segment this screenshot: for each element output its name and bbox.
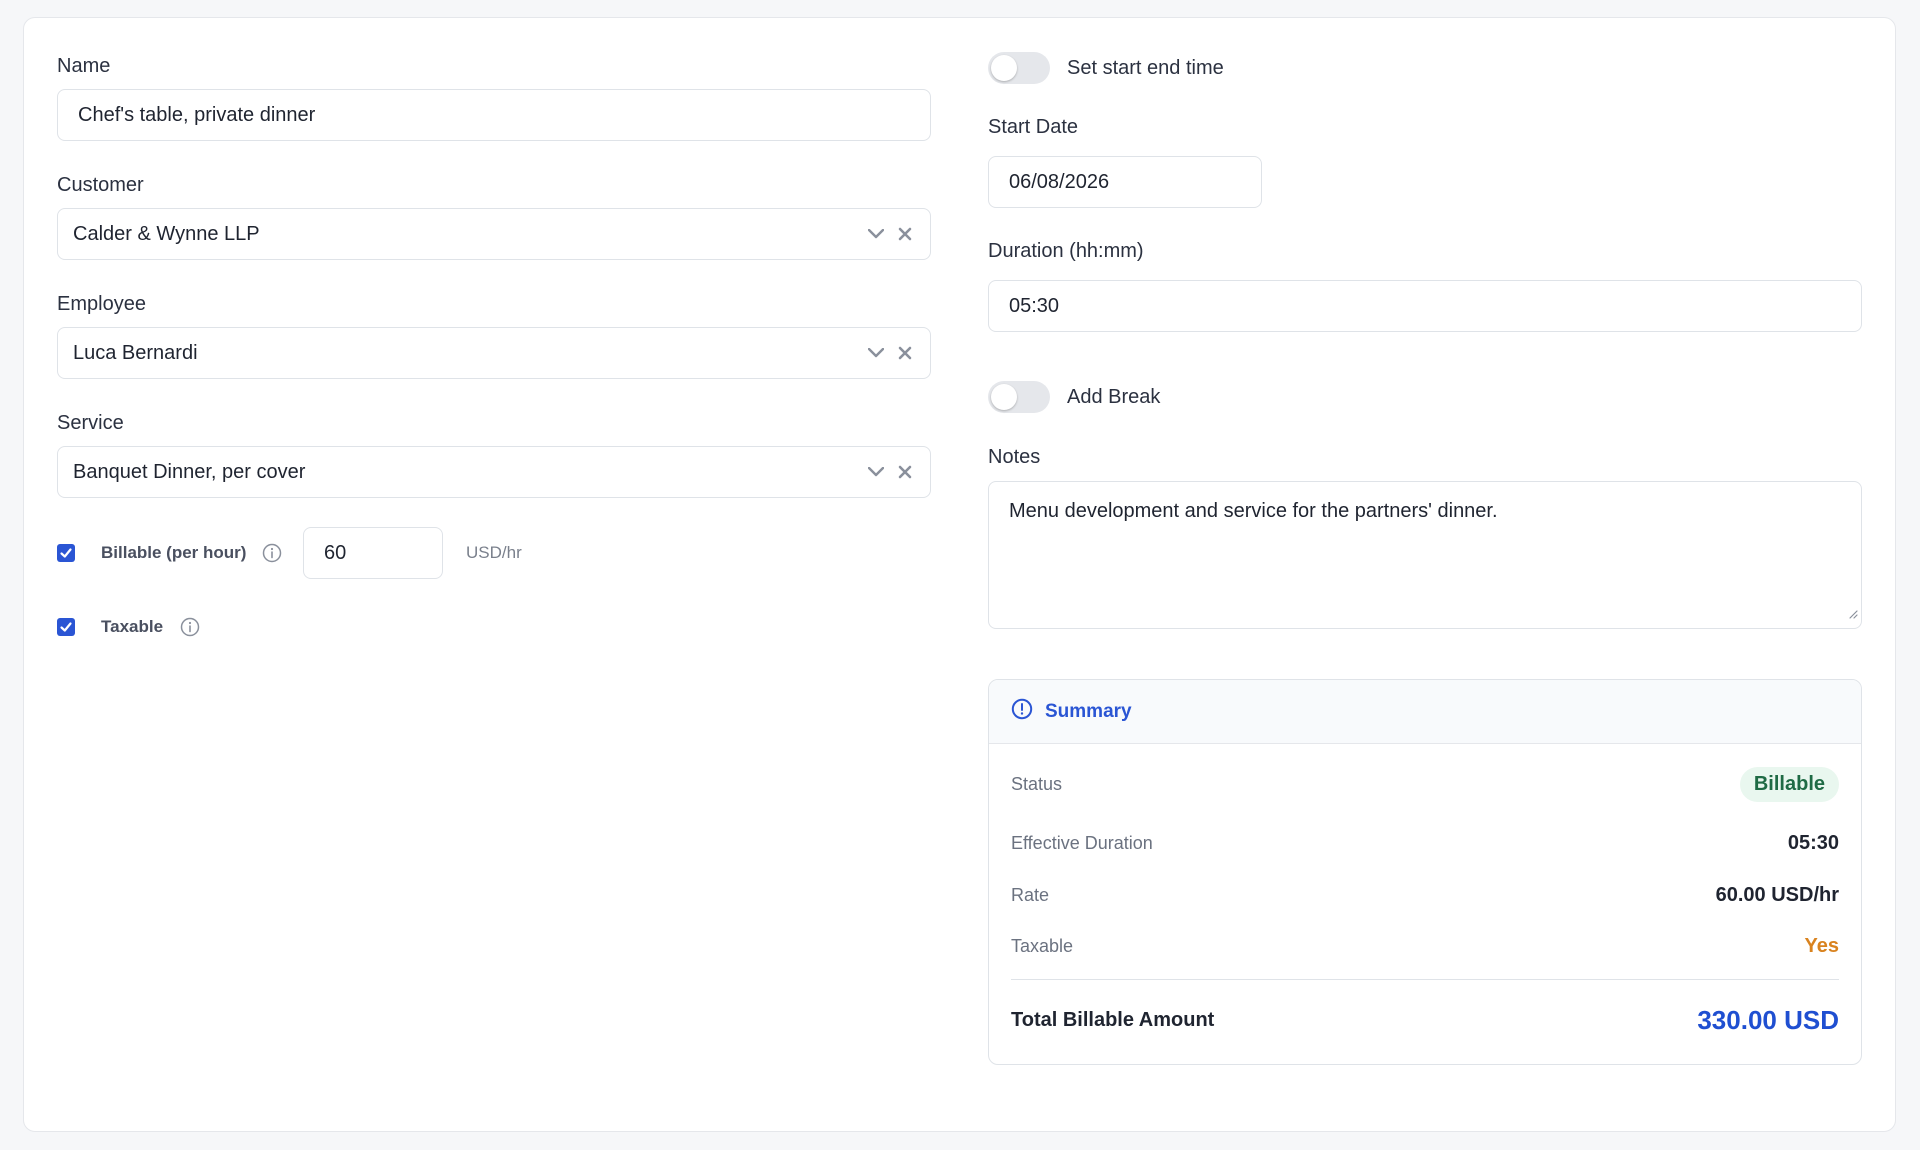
duration-label: Duration (hh:mm) <box>988 240 1144 262</box>
summary-row-rate: Rate 60.00 USD/hr <box>1011 884 1839 907</box>
customer-label: Customer <box>57 174 144 196</box>
summary-panel: Summary Status Billable Effective Durati… <box>988 679 1862 1065</box>
resize-grip-icon[interactable] <box>1848 602 1858 625</box>
total-billable-value: 330.00 USD <box>1697 1005 1839 1035</box>
info-icon[interactable] <box>180 617 200 642</box>
alert-circle-icon <box>1011 698 1033 725</box>
toggle-knob <box>991 55 1017 81</box>
service-label: Service <box>57 412 124 434</box>
billable-label: Billable (per hour) <box>101 543 247 562</box>
add-break-label: Add Break <box>1067 386 1161 408</box>
close-icon[interactable] <box>898 465 912 479</box>
set-start-end-time-toggle[interactable] <box>988 52 1050 84</box>
customer-select[interactable]: Calder & Wynne LLP <box>57 208 931 260</box>
chevron-down-icon[interactable] <box>868 348 884 358</box>
employee-label: Employee <box>57 293 146 315</box>
check-icon <box>60 622 72 632</box>
summary-header: Summary <box>989 680 1861 744</box>
effective-duration-value: 05:30 <box>1787 832 1839 854</box>
service-select-value: Banquet Dinner, per cover <box>73 460 306 483</box>
toggle-knob <box>991 384 1017 410</box>
summary-row-taxable: Taxable Yes <box>1011 935 1839 958</box>
name-input-value: Chef's table, private dinner <box>78 103 316 126</box>
taxable-checkbox[interactable] <box>57 618 75 636</box>
notes-textarea[interactable]: Menu development and service for the par… <box>988 481 1862 629</box>
set-start-end-time-label: Set start end time <box>1067 57 1224 79</box>
summary-row-status: Status Billable <box>1011 767 1839 802</box>
employee-select[interactable]: Luca Bernardi <box>57 327 931 379</box>
status-badge: Billable <box>1739 767 1839 802</box>
duration-value: 05:30 <box>1009 294 1060 317</box>
employee-select-value: Luca Bernardi <box>73 341 198 364</box>
start-date-input[interactable]: 06/08/2026 <box>988 156 1262 208</box>
service-select[interactable]: Banquet Dinner, per cover <box>57 446 931 498</box>
add-break-toggle[interactable] <box>988 381 1050 413</box>
summary-row-effective-duration: Effective Duration 05:30 <box>1011 832 1839 855</box>
summary-divider <box>1011 979 1839 980</box>
chevron-down-icon[interactable] <box>868 467 884 477</box>
notes-label: Notes <box>988 446 1041 468</box>
time-entry-form-card: Name Chef's table, private dinner Custom… <box>23 17 1896 1132</box>
effective-duration-label: Effective Duration <box>1011 833 1153 853</box>
close-icon[interactable] <box>898 227 912 241</box>
total-billable-label: Total Billable Amount <box>1011 1009 1215 1031</box>
billable-rate-input[interactable]: 60 <box>303 527 443 579</box>
close-icon[interactable] <box>898 346 912 360</box>
rate-unit-label: USD/hr <box>466 543 522 562</box>
taxable-summary-label: Taxable <box>1011 936 1074 956</box>
check-icon <box>60 548 72 558</box>
status-label: Status <box>1011 774 1063 794</box>
rate-value: 60.00 USD/hr <box>1715 884 1839 906</box>
taxable-summary-value: Yes <box>1804 935 1839 957</box>
billable-rate-value: 60 <box>324 541 347 564</box>
taxable-label: Taxable <box>101 617 164 636</box>
customer-select-value: Calder & Wynne LLP <box>73 222 260 245</box>
summary-title: Summary <box>1045 700 1132 722</box>
duration-input[interactable]: 05:30 <box>988 280 1862 332</box>
name-label: Name <box>57 55 111 77</box>
notes-value: Menu development and service for the par… <box>1009 500 1498 522</box>
summary-row-total: Total Billable Amount 330.00 USD <box>1011 1005 1839 1036</box>
billable-checkbox[interactable] <box>57 544 75 562</box>
chevron-down-icon[interactable] <box>868 229 884 239</box>
name-input[interactable]: Chef's table, private dinner <box>57 89 931 141</box>
start-date-value: 06/08/2026 <box>1009 170 1110 193</box>
info-icon[interactable] <box>262 543 282 568</box>
rate-label: Rate <box>1011 885 1050 905</box>
start-date-label: Start Date <box>988 116 1079 138</box>
